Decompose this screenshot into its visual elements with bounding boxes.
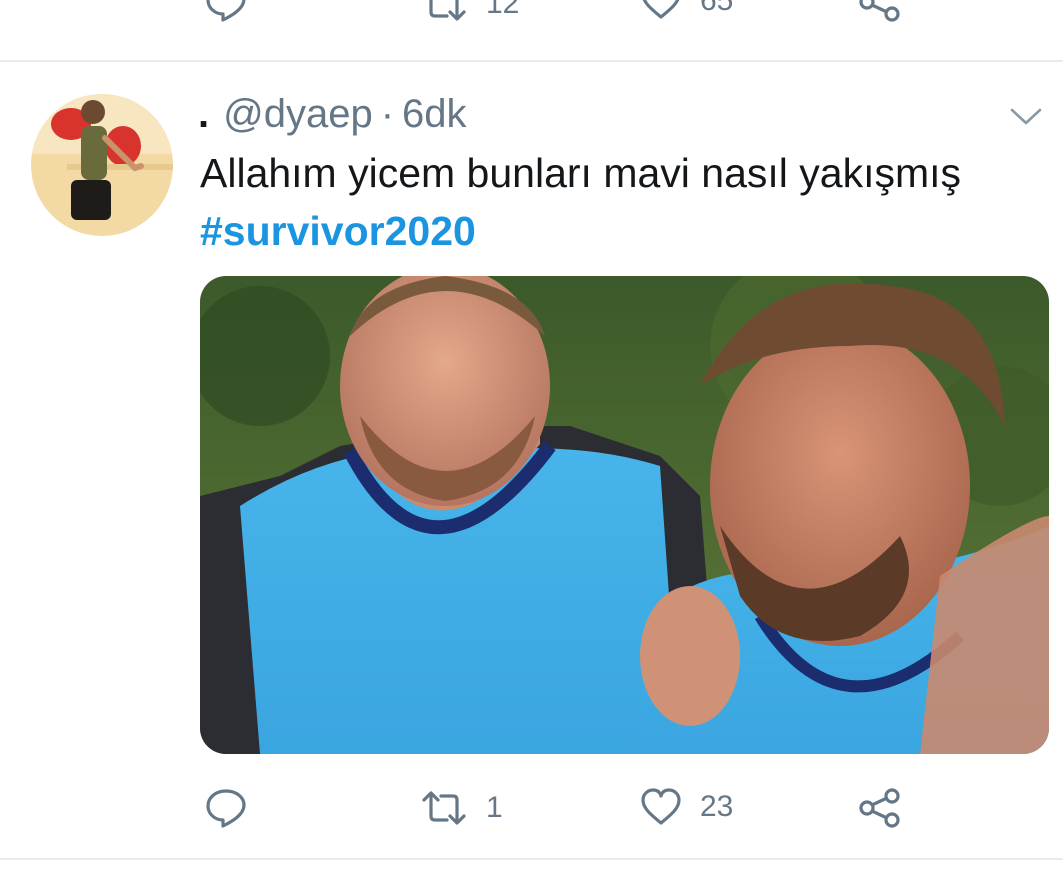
reply-button[interactable] — [205, 788, 247, 828]
avatar[interactable] — [31, 94, 173, 236]
tweet-divider — [0, 60, 1063, 62]
share-button[interactable] — [858, 788, 902, 828]
display-name[interactable]: . — [198, 92, 209, 137]
tweet-divider — [0, 858, 1063, 860]
like-icon — [642, 0, 680, 19]
tweet-text: Allahım yicem bunları mavi nasıl yakışmı… — [200, 150, 962, 196]
share-icon — [859, 0, 900, 22]
retweet-count: 12 — [486, 0, 520, 20]
tweet-header: . @dyaep · 6dk — [198, 92, 467, 137]
tweet-menu-button[interactable] — [1008, 104, 1044, 133]
share-icon — [859, 788, 900, 828]
retweet-icon — [422, 791, 466, 825]
header-separator: · — [380, 92, 395, 136]
reply-icon — [206, 0, 246, 22]
tweet-actions: 1 23 — [0, 782, 1063, 842]
retweet-button[interactable]: 1 — [420, 790, 503, 826]
like-count: 23 — [700, 790, 734, 823]
tweet-media-image[interactable] — [200, 276, 1049, 754]
like-icon — [641, 788, 681, 825]
like-count: 65 — [700, 0, 734, 17]
previous-tweet-actions: 12 65 — [0, 0, 1063, 32]
retweet-button[interactable]: 12 — [420, 0, 519, 22]
retweet-count: 1 — [486, 791, 503, 824]
tweet-timestamp[interactable]: 6dk — [402, 92, 467, 137]
share-button[interactable] — [858, 0, 902, 22]
reply-icon — [206, 789, 246, 828]
timeline: 12 65 . @dyaep · 6dk Allahım yicem bunla… — [0, 0, 1063, 886]
chevron-down-icon — [1010, 108, 1042, 125]
like-button[interactable]: 23 — [640, 788, 733, 826]
reply-button[interactable] — [205, 0, 247, 22]
hashtag-link[interactable]: #survivor2020 — [200, 208, 476, 255]
user-handle[interactable]: @dyaep — [223, 92, 373, 137]
retweet-icon — [429, 0, 466, 21]
like-button[interactable]: 65 — [640, 0, 733, 20]
